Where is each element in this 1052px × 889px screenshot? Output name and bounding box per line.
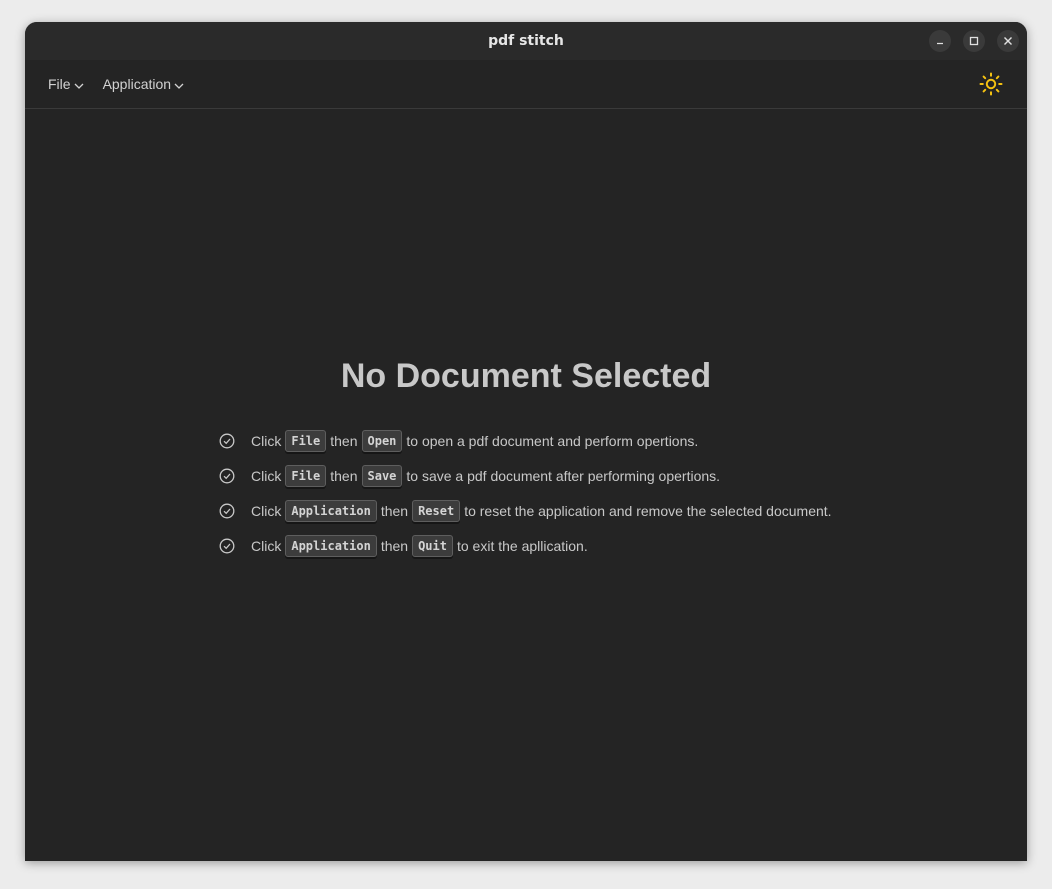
check-circle-icon: [219, 467, 237, 485]
key-save: Save: [361, 464, 403, 487]
instruction-item: Click File then Save to save a pdf docum…: [219, 458, 832, 493]
menu-application-label: Application: [102, 76, 172, 92]
menubar: File Application: [25, 60, 1027, 109]
minimize-icon: [937, 42, 943, 45]
key-application: Application: [285, 499, 377, 522]
instruction-rest-text: to reset the application and remove the …: [464, 502, 832, 519]
instruction-item: Click Application then Reset to reset th…: [219, 493, 832, 528]
instruction-then-text: then: [380, 537, 409, 554]
titlebar: pdf stitch: [25, 22, 1027, 60]
instruction-then-text: then: [380, 502, 409, 519]
theme-toggle-button[interactable]: [979, 72, 1003, 96]
instruction-item: Click File then Open to open a pdf docum…: [219, 423, 832, 458]
maximize-button[interactable]: [963, 30, 985, 52]
window-controls: [929, 30, 1019, 52]
check-circle-icon: [219, 537, 237, 555]
close-button[interactable]: [997, 30, 1019, 52]
key-file: File: [285, 464, 327, 487]
instruction-rest-text: to save a pdf document after performing …: [406, 467, 721, 484]
instruction-rest-text: to open a pdf document and perform opert…: [406, 432, 699, 449]
instruction-click-text: Click: [251, 502, 282, 519]
check-circle-icon: [219, 502, 237, 520]
close-icon: [1004, 37, 1012, 45]
check-circle-icon: [219, 432, 237, 450]
menu-file-label: File: [48, 76, 71, 92]
instruction-list: Click File then Open to open a pdf docum…: [219, 423, 832, 563]
menu-application[interactable]: Application: [103, 76, 185, 92]
maximize-icon: [969, 36, 979, 46]
app-window: pdf stitch File Application No Document …: [25, 22, 1027, 861]
menu-file[interactable]: File: [48, 76, 84, 92]
instruction-then-text: then: [330, 467, 358, 484]
minimize-button[interactable]: [929, 30, 951, 52]
key-application: Application: [285, 534, 377, 557]
chevron-down-icon: [74, 83, 84, 89]
key-reset: Reset: [412, 499, 461, 522]
instruction-rest-text: to exit the apllication.: [456, 537, 588, 554]
chevron-down-icon: [174, 83, 184, 89]
main-content: No Document Selected Click File then Ope…: [25, 109, 1027, 861]
key-file: File: [285, 429, 327, 452]
instruction-item: Click Application then Quit to exit the …: [219, 528, 832, 563]
window-title: pdf stitch: [488, 33, 564, 49]
instruction-then-text: then: [330, 432, 358, 449]
key-quit: Quit: [412, 534, 453, 557]
instruction-click-text: Click: [251, 467, 282, 484]
instruction-click-text: Click: [251, 432, 282, 449]
empty-state-heading: No Document Selected: [340, 357, 712, 395]
sun-icon: [979, 72, 1003, 96]
key-open: Open: [361, 429, 403, 452]
instruction-click-text: Click: [251, 537, 282, 554]
